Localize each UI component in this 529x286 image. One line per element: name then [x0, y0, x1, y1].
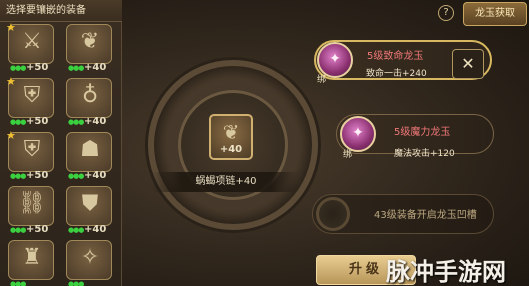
earring-icon: ♁ — [81, 83, 99, 108]
help-button[interactable]: ? — [438, 5, 454, 21]
gem-dots: ●●● — [68, 226, 84, 234]
star-icon: ★ — [6, 75, 16, 88]
watermark: 脉冲手游网 — [386, 258, 506, 286]
gem-dots: ●●● — [10, 64, 26, 72]
gem-dots: ●●● — [68, 118, 84, 126]
gem-dots: ●●● — [68, 172, 84, 180]
equipment-bonus: +50 — [26, 62, 49, 73]
equipment-bonus: +50 — [26, 170, 49, 181]
star-icon: ★ — [6, 21, 16, 34]
get-dragon-jade-button[interactable]: 龙玉获取 — [463, 2, 527, 26]
equipment-slot[interactable]: ❦ ●●● +40 — [66, 24, 114, 78]
shield-icon: ⛊ — [81, 191, 99, 216]
ring-icon: ✧ — [80, 245, 100, 270]
equipment-slot[interactable]: ♁ ●●● +40 — [66, 78, 114, 132]
empty-socket-icon — [316, 197, 350, 231]
gem-name: 5级致命龙玉 — [367, 51, 424, 62]
panel-title: 选择要镶嵌的装备 — [0, 0, 122, 22]
gem-dots: ●●● — [68, 280, 84, 286]
equipment-bonus: +50 — [26, 224, 49, 235]
gem-dots: ●●● — [10, 226, 26, 234]
selected-equipment[interactable]: ❦ +40 — [209, 114, 253, 160]
gem-dots: ●●● — [10, 172, 26, 180]
necklace-icon: ❦ — [222, 120, 240, 144]
helmet-icon: ☗ — [80, 137, 100, 162]
equipment-bonus: +40 — [84, 224, 107, 235]
equipment-bonus: +40 — [84, 62, 107, 73]
gem-effect: 魔法攻击+120 — [394, 149, 455, 159]
equipment-bonus: +50 — [26, 116, 49, 127]
gem-dots: ●●● — [10, 118, 26, 126]
equipment-slot[interactable]: ♜ ●●● — [8, 240, 56, 286]
star-icon: ★ — [6, 129, 16, 142]
boots-icon: ♜ — [22, 245, 42, 270]
equipment-slot[interactable]: ✧ ●●● — [66, 240, 114, 286]
necklace-icon: ❦ — [80, 29, 100, 54]
equipment-bonus: +40 — [84, 116, 107, 127]
bound-label: 绑 — [317, 75, 327, 85]
gem-effect: 致命一击+240 — [366, 69, 427, 79]
remove-gem-button[interactable]: ✕ — [452, 49, 484, 79]
gem-name: 5级魔力龙玉 — [394, 127, 451, 138]
bound-label: 绑 — [343, 150, 353, 160]
equipment-slot[interactable]: ⛨ ★ ●●● +50 — [6, 75, 56, 132]
equipment-slot[interactable]: ☗ ●●● +40 — [66, 132, 114, 186]
equipment-slot[interactable]: ⛨ ★ ●●● +50 — [6, 129, 56, 186]
selected-equipment-bonus: +40 — [219, 144, 243, 155]
equipment-bonus: +40 — [84, 170, 107, 181]
equipment-panel: 选择要镶嵌的装备 ⚔ ★ ●●● +50 ❦ ●●● +40 ⛨ ★ ●●● +… — [0, 0, 122, 286]
locked-slot-text: 43级装备开启龙玉凹槽 — [374, 210, 477, 221]
equipment-slot[interactable]: ⚔ ★ ●●● +50 — [6, 21, 56, 78]
gem-dots: ●●● — [10, 280, 26, 286]
gem-dots: ●●● — [68, 64, 84, 72]
equipment-name: 蜗蝎项链+40 — [152, 172, 300, 192]
equipment-slot[interactable]: ⛓ ●●● +50 — [8, 186, 56, 240]
equipment-slot[interactable]: ⛊ ●●● +40 — [66, 186, 114, 240]
bracer-icon: ⛓ — [18, 191, 46, 216]
